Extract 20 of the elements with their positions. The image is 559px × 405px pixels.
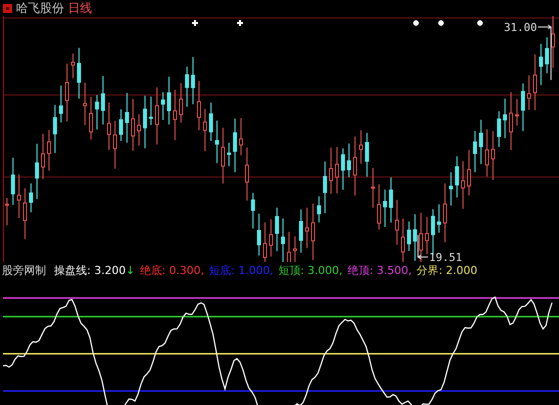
low-price-label: 19.51 — [429, 251, 462, 262]
stock-name: 哈飞股份 — [16, 0, 64, 16]
leader-line — [538, 24, 552, 80]
threshold-value: 短底: 1.000, — [209, 262, 274, 278]
high-price-label: 31.00 — [504, 21, 537, 34]
star-marker-icon — [476, 19, 484, 27]
threshold-value: 短顶: 3.000, — [278, 262, 343, 278]
leader-line — [417, 234, 428, 260]
threshold-value: 绝顶: 3.500, — [348, 262, 412, 278]
indicator-name: 股旁网制 — [2, 262, 46, 278]
threshold-value: 绝底: 0.300, — [140, 262, 204, 278]
star-marker-icon — [437, 19, 445, 27]
chart-period: 日线 — [68, 0, 92, 16]
stock-icon — [3, 4, 12, 12]
trend-arrow: ↓ — [126, 264, 135, 276]
threshold-value: 分界: 2.000 — [416, 262, 478, 278]
indicator-value: 操盘线: 3.200 — [54, 262, 126, 278]
plus-marker-icon — [191, 19, 199, 27]
plus-marker-icon — [236, 19, 244, 27]
star-marker-icon — [412, 19, 420, 27]
